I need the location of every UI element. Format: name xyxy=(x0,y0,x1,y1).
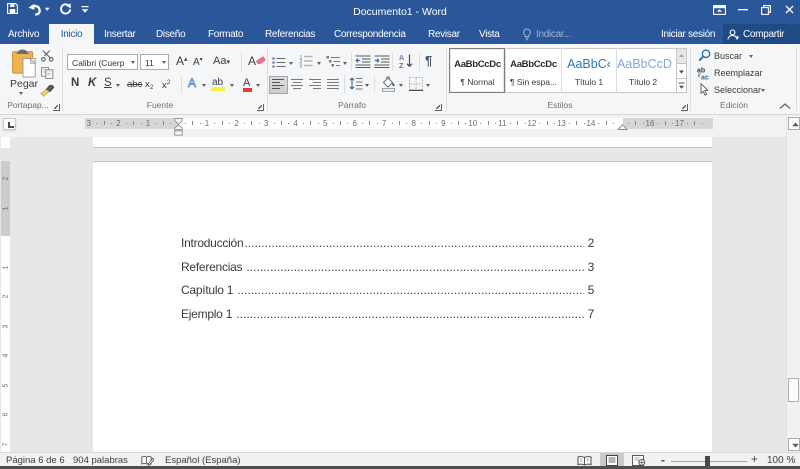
svg-text:ac: ac xyxy=(701,75,709,81)
svg-text:A: A xyxy=(399,55,404,62)
svg-text:Z: Z xyxy=(399,63,404,69)
svg-text:3: 3 xyxy=(300,64,303,68)
svg-text:ab: ab xyxy=(697,68,705,75)
